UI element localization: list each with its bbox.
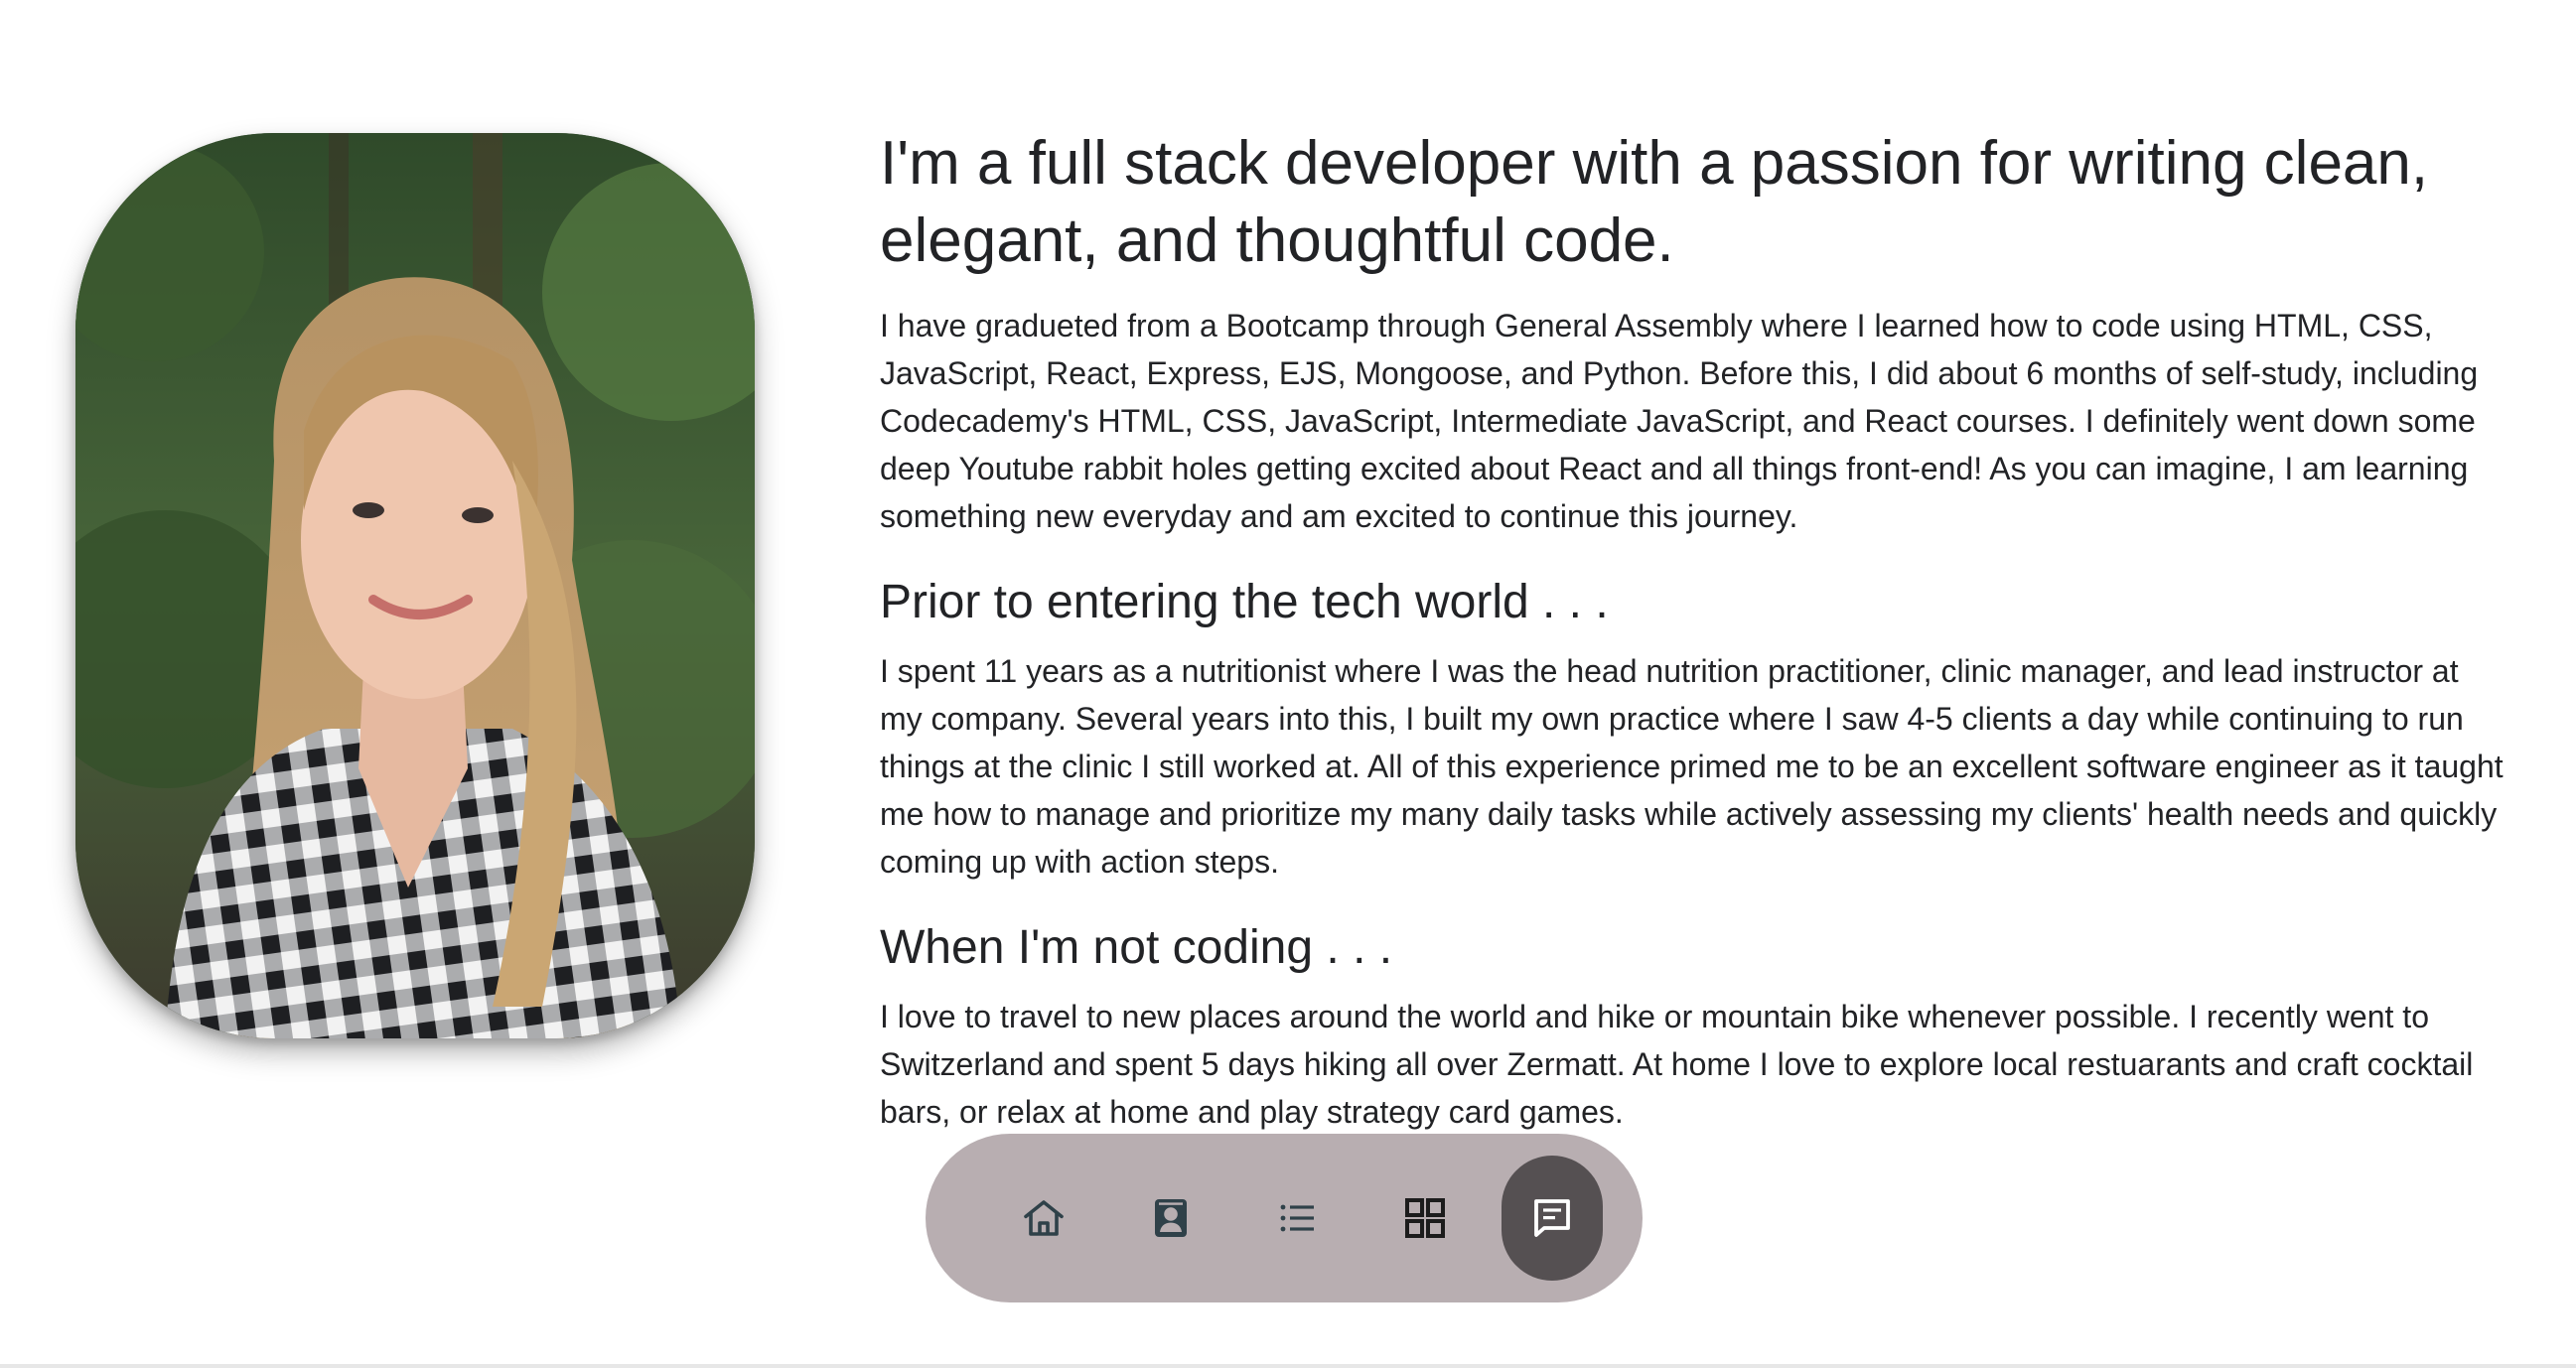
page-bottom-divider	[0, 1364, 2576, 1368]
home-icon	[1024, 1200, 1064, 1236]
prior-paragraph: I spent 11 years as a nutritionist where…	[880, 653, 2504, 880]
bottom-nav	[926, 1134, 1643, 1302]
about-headline: I'm a full stack developer with a passio…	[880, 129, 2429, 275]
nav-home-button[interactable]	[993, 1156, 1094, 1281]
hobby-paragraph: I love to travel to new places around th…	[880, 999, 2474, 1130]
profile-photo-illustration	[75, 133, 755, 1038]
about-section: I'm a full stack developer with a passio…	[880, 125, 2508, 1136]
grid-icon	[1405, 1198, 1445, 1238]
nav-experience-button[interactable]	[1247, 1156, 1349, 1281]
list-icon	[1280, 1204, 1314, 1232]
nav-portfolio-button[interactable]	[1374, 1156, 1476, 1281]
nav-contact-button[interactable]	[1502, 1156, 1603, 1281]
nav-about-button[interactable]	[1120, 1156, 1221, 1281]
prior-heading: Prior to entering the tech world . . .	[880, 576, 1609, 628]
profile-photo	[75, 133, 755, 1038]
intro-paragraph: I have gradueted from a Bootcamp through…	[880, 308, 2479, 534]
hobby-heading: When I'm not coding . . .	[880, 921, 1393, 974]
message-icon	[1534, 1199, 1570, 1237]
contact-card-icon	[1155, 1199, 1187, 1237]
